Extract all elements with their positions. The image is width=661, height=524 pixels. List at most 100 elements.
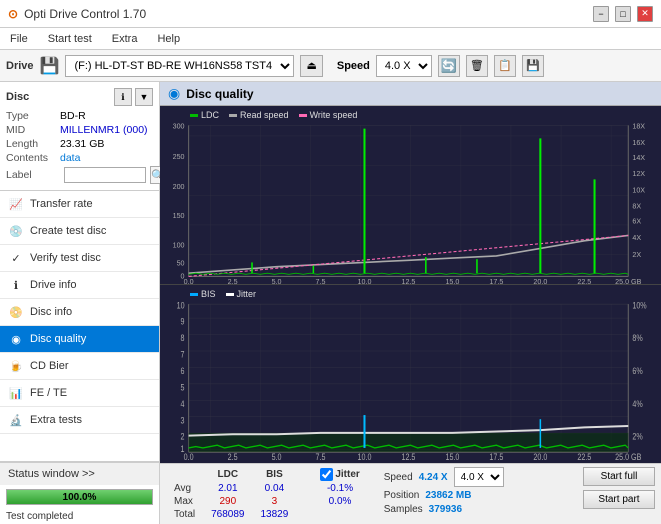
sidebar-item-label: Disc quality [30,333,86,345]
create-test-disc-icon: 💿 [8,223,24,239]
disc-title: Disc [6,91,29,103]
copy-button[interactable]: 📋 [494,55,516,77]
sidebar-item-fe-te[interactable]: 📊 FE / TE [0,380,159,407]
progress-bar-container: 100.0% [6,489,153,505]
samples-row: Samples 379936 [384,504,575,515]
disc-label-label: Label [6,169,60,181]
maximize-button[interactable]: □ [615,6,631,22]
svg-text:4%: 4% [632,398,643,409]
legend-jitter-label: Jitter [237,289,257,299]
svg-text:14X: 14X [632,153,645,162]
disc-quality-icon: ◉ [8,331,24,347]
disc-label-input[interactable] [64,167,146,183]
erase-button[interactable]: 🗑 [466,55,488,77]
sidebar-item-label: FE / TE [30,387,67,399]
svg-text:10X: 10X [632,185,645,194]
sidebar-nav: 📈 Transfer rate 💿 Create test disc ✓ Ver… [0,191,159,461]
menu-start-test[interactable]: Start test [44,31,96,47]
svg-text:4X: 4X [632,233,641,242]
svg-text:18X: 18X [632,121,645,130]
save-button[interactable]: 💾 [522,55,544,77]
drive-select[interactable]: (F:) HL-DT-ST BD-RE WH16NS58 TST4 [65,55,294,77]
disc-panel: Disc ℹ ▼ Type BD-R MID MILLENMR1 (000) L… [0,82,159,191]
legend-jitter: Jitter [226,289,257,299]
sidebar-item-extra-tests[interactable]: 🔬 Extra tests [0,407,159,434]
speed-row: Speed 4.24 X 4.0 X [384,467,575,487]
status-window-label: Status window >> [8,468,95,480]
speed-label: Speed [384,472,413,483]
legend-write-speed-label: Write speed [310,110,358,120]
max-ldc: 290 [203,495,252,508]
start-part-button[interactable]: Start part [583,490,655,509]
svg-text:6%: 6% [632,365,643,376]
disc-panel-header: Disc ℹ ▼ [6,88,153,106]
sidebar-item-drive-info[interactable]: ℹ Drive info [0,272,159,299]
status-text: Test completed [0,509,159,524]
disc-type-label: Type [6,110,60,122]
main-layout: Disc ℹ ▼ Type BD-R MID MILLENMR1 (000) L… [0,82,661,524]
refresh-button[interactable]: 🔄 [438,55,460,77]
disc-icons: ℹ ▼ [114,88,153,106]
disc-length-value: 23.31 GB [60,138,104,150]
avg-jitter: -0.1% [312,482,367,495]
sidebar-item-disc-info[interactable]: 📀 Disc info [0,299,159,326]
svg-text:10.0: 10.0 [358,451,372,462]
disc-length-row: Length 23.31 GB [6,138,153,150]
svg-text:7.5: 7.5 [316,277,326,284]
stats-row-container: LDC BIS Speed Jitter Avg [166,467,655,521]
menu-extra[interactable]: Extra [108,31,142,47]
eject-button[interactable]: ⏏ [300,55,322,77]
legend-read-speed-color [229,114,237,117]
speed-select[interactable]: 4.0 X [454,467,504,487]
disc-expand-btn[interactable]: ▼ [135,88,153,106]
legend-jitter-color [226,293,234,296]
svg-text:8: 8 [181,332,185,343]
disc-contents-value: data [60,152,80,164]
svg-text:7.5: 7.5 [316,451,326,462]
jitter-checkbox[interactable] [320,468,333,481]
legend-bis-color [190,293,198,296]
sidebar-item-disc-quality[interactable]: ◉ Disc quality [0,326,159,353]
svg-text:2%: 2% [632,431,643,442]
svg-text:2X: 2X [632,250,641,259]
disc-mid-label: MID [6,124,60,136]
transfer-rate-icon: 📈 [8,196,24,212]
sidebar-item-cd-bier[interactable]: 🍺 CD Bier [0,353,159,380]
title-controls: − □ ✕ [593,6,653,22]
svg-text:17.5: 17.5 [489,277,503,284]
disc-label-row: Label 🔍 [6,166,153,184]
status-window-button[interactable]: Status window >> [0,462,159,485]
start-full-button[interactable]: Start full [583,467,655,486]
svg-text:12X: 12X [632,169,645,178]
avg-bis: 0.04 [253,482,297,495]
disc-info-icon: 📀 [8,304,24,320]
menu-help[interactable]: Help [153,31,184,47]
sidebar-item-transfer-rate[interactable]: 📈 Transfer rate [0,191,159,218]
sidebar-item-label: CD Bier [30,360,69,372]
close-button[interactable]: ✕ [637,6,653,22]
svg-text:10%: 10% [632,299,647,310]
speed-select[interactable]: 4.0 X [376,55,432,77]
sidebar-item-verify-test-disc[interactable]: ✓ Verify test disc [0,245,159,272]
minimize-button[interactable]: − [593,6,609,22]
svg-text:3: 3 [181,414,185,425]
total-bis: 13829 [253,508,297,521]
max-label: Max [166,495,203,508]
sidebar-item-label: Disc info [30,306,72,318]
legend-bis: BIS [190,289,216,299]
svg-text:15.0: 15.0 [445,451,459,462]
disc-type-row: Type BD-R [6,110,153,122]
verify-test-disc-icon: ✓ [8,250,24,266]
title-bar-left: ⊙ Opti Drive Control 1.70 [8,7,146,21]
svg-text:50: 50 [177,258,185,267]
disc-info-btn[interactable]: ℹ [114,88,132,106]
progress-text: 100.0% [7,490,152,504]
sidebar-item-label: Create test disc [30,225,106,237]
charts-area: LDC Read speed Write speed [160,106,661,463]
chart2-svg: 10 9 8 7 6 5 4 3 2 1 10% 8% 6% 4% 2% [160,285,661,463]
disc-quality-header-icon: ◉ [168,85,180,102]
menu-file[interactable]: File [6,31,32,47]
legend-ldc-label: LDC [201,110,219,120]
legend-write-speed-color [299,114,307,117]
sidebar-item-create-test-disc[interactable]: 💿 Create test disc [0,218,159,245]
